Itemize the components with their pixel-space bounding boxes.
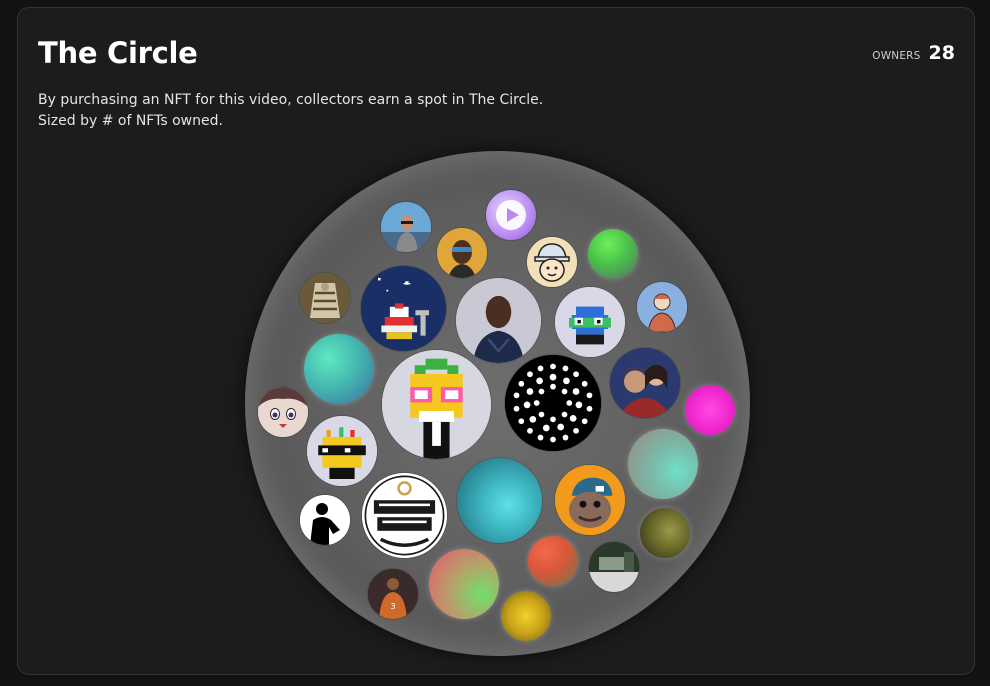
collector-two-people-avatar[interactable]: [610, 348, 680, 418]
collector-purple-play-avatar[interactable]: [486, 190, 536, 240]
svg-text:3: 3: [390, 602, 395, 611]
owners-counter: OWNERS 28: [872, 42, 955, 64]
person-photo-icon: [381, 202, 431, 252]
collector-teal-gradient-avatar[interactable]: [457, 458, 542, 543]
gradient-orb-icon: [528, 536, 578, 586]
collector-sea-gradient-avatar[interactable]: [304, 334, 374, 404]
dot-ring-pattern-icon: [505, 355, 601, 451]
anime-face-icon: [258, 387, 308, 437]
collector-pixel-glasses-avatar[interactable]: [307, 416, 377, 486]
collector-dot-pattern-avatar[interactable]: [505, 355, 601, 451]
gradient-orb-icon: [588, 229, 638, 279]
gradient-orb-icon: [640, 508, 690, 558]
collector-silhouette-avatar[interactable]: [300, 495, 350, 545]
owners-count: 28: [928, 42, 955, 64]
collector-fresh-maker-avatar[interactable]: [362, 473, 447, 558]
collector-green-orb-avatar[interactable]: [588, 229, 638, 279]
sculpture-icon: [300, 273, 350, 323]
gradient-orb-icon: [457, 458, 542, 543]
room-photo-icon: [589, 542, 639, 592]
description: By purchasing an NFT for this video, col…: [38, 90, 543, 132]
cartoon-character-icon: [555, 465, 625, 535]
person-photo-icon: [456, 278, 541, 363]
collector-photo-man-avatar[interactable]: [381, 202, 431, 252]
gradient-orb-icon: [304, 334, 374, 404]
collector-magenta-avatar[interactable]: [685, 385, 735, 435]
gradient-orb-icon: [429, 549, 499, 619]
page-title: The Circle: [38, 36, 198, 70]
collector-red-orb-avatar[interactable]: [528, 536, 578, 586]
collector-pineapple-skull-avatar[interactable]: [382, 350, 491, 459]
collector-sketch-avatar[interactable]: [637, 282, 687, 332]
person-photo-icon: [610, 348, 680, 418]
collector-blue-creature-avatar[interactable]: [555, 287, 625, 357]
description-line-1: By purchasing an NFT for this video, col…: [38, 92, 544, 108]
collector-mint-gradient-avatar[interactable]: [628, 429, 698, 499]
the-circle-card: The Circle OWNERS 28 By purchasing an NF…: [17, 7, 975, 675]
collector-pixel-ufo-avatar[interactable]: [361, 266, 446, 351]
sketch-portrait-icon: [637, 282, 687, 332]
collector-anime-avatar[interactable]: [258, 387, 308, 437]
collector-cap-character-avatar[interactable]: [555, 465, 625, 535]
person-photo-icon: 3: [368, 569, 418, 619]
collector-olive-orb-avatar[interactable]: [640, 508, 690, 558]
cartoon-character-icon: [527, 237, 577, 287]
collectors-circle: 3: [245, 151, 750, 656]
collector-gold-art-avatar[interactable]: [300, 273, 350, 323]
collector-room-photo-avatar[interactable]: [589, 542, 639, 592]
pixel-robot-icon: [361, 266, 446, 351]
collector-coral-green-avatar[interactable]: [429, 549, 499, 619]
collector-hat-kid-avatar[interactable]: [527, 237, 577, 287]
pixel-sunglasses-icon: [307, 416, 377, 486]
play-icon: [496, 200, 526, 230]
collector-hooded-man-avatar[interactable]: [456, 278, 541, 363]
person-photo-icon: [437, 228, 487, 278]
fresh-maker-logo-icon: [362, 473, 447, 558]
collector-athlete-avatar[interactable]: 3: [368, 569, 418, 619]
owners-label: OWNERS: [872, 50, 921, 62]
gradient-orb-icon: [628, 429, 698, 499]
silhouette-icon: [300, 495, 350, 545]
gradient-orb-icon: [501, 591, 551, 641]
pixel-creature-icon: [555, 287, 625, 357]
gradient-orb-icon: [685, 385, 735, 435]
description-line-2: Sized by # of NFTs owned.: [38, 113, 223, 129]
collector-masked-man-avatar[interactable]: [437, 228, 487, 278]
collector-gold-orb-avatar[interactable]: [501, 591, 551, 641]
pixel-pineapple-skull-icon: [382, 350, 491, 459]
